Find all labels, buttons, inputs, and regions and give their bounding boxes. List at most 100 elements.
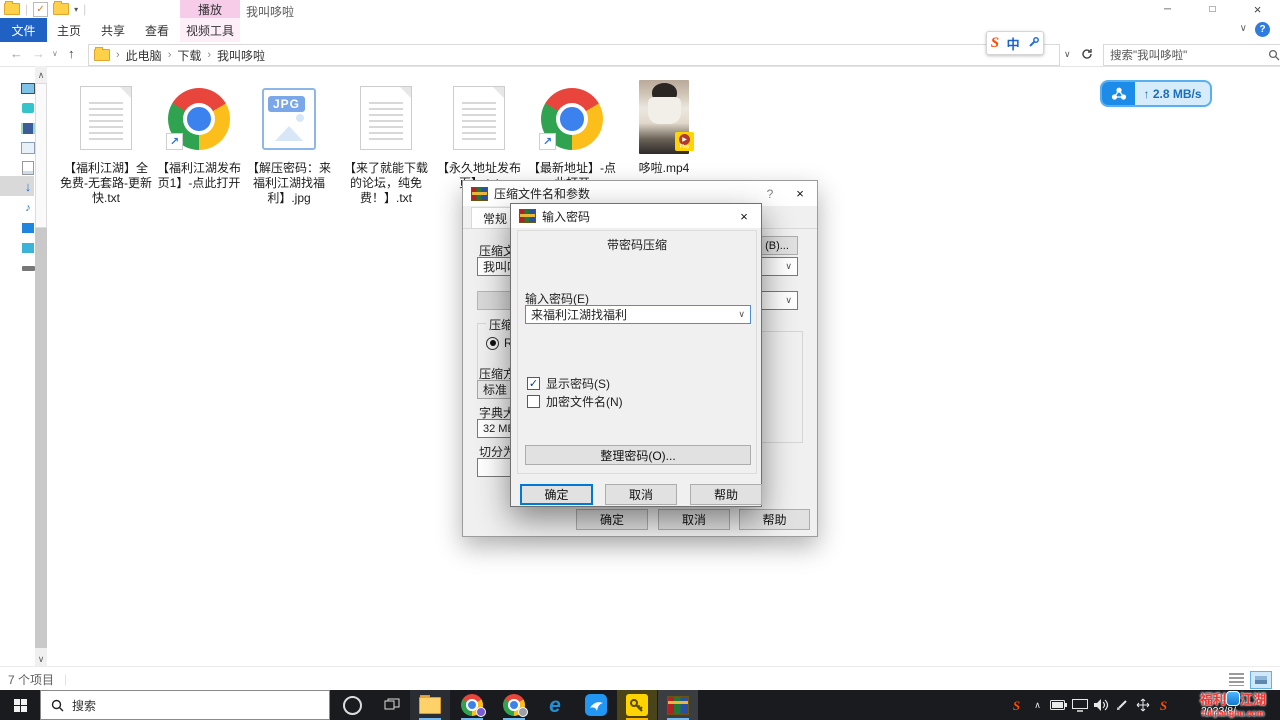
explorer-search-input[interactable]: 搜索"我叫哆啦" xyxy=(1103,44,1280,66)
back-icon[interactable]: ← xyxy=(10,46,23,61)
nav-icon-local-disk[interactable] xyxy=(21,260,35,276)
cloud-upload-widget[interactable]: ↑ 2.8 MB/s xyxy=(1100,80,1212,107)
dialog-close-icon[interactable]: × xyxy=(735,209,753,224)
sogou-wrench-icon[interactable] xyxy=(1027,37,1039,49)
nav-scrollbar-thumb[interactable] xyxy=(35,83,47,228)
qat-newfolder-icon[interactable] xyxy=(53,3,69,15)
pen-icon[interactable] xyxy=(1111,698,1132,712)
move-handle-icon[interactable] xyxy=(1132,698,1153,712)
nav-icon-pictures[interactable] xyxy=(21,140,35,156)
nav-icon-downloads[interactable]: ↓ xyxy=(21,178,35,194)
taskbar-password-key-button[interactable] xyxy=(617,690,657,720)
txt-file-icon xyxy=(80,86,132,150)
file-item[interactable]: 【福利江湖】全免费-无套路-更新快.txt xyxy=(60,80,152,206)
taskbar-explorer-button[interactable] xyxy=(410,690,450,720)
speaker-icon[interactable] xyxy=(1090,698,1111,712)
organize-passwords-button[interactable]: 整理密码(O)... xyxy=(525,445,751,465)
sogou-chinese-mode[interactable]: 中 xyxy=(1007,34,1020,53)
search-icon xyxy=(51,699,64,712)
qat-customize-arrow-icon[interactable]: ▾ xyxy=(74,5,78,14)
encrypt-filenames-checkbox[interactable]: 加密文件名(N) xyxy=(527,393,623,410)
nav-icon-videos[interactable] xyxy=(21,120,35,136)
refresh-icon[interactable] xyxy=(1080,47,1094,61)
taskbar-chrome-button-1[interactable] xyxy=(452,690,492,720)
chevron-down-icon[interactable]: ∨ xyxy=(785,261,792,272)
task-view-button[interactable] xyxy=(372,690,412,720)
rar-ok-button[interactable]: 确定 xyxy=(576,509,648,530)
tab-file[interactable]: 文件 xyxy=(0,18,47,42)
sogou-ime-bar[interactable]: S 中 xyxy=(986,31,1044,55)
chevron-down-icon[interactable]: ∨ xyxy=(785,295,792,306)
tab-share[interactable]: 共享 xyxy=(91,18,135,42)
rar-help-button[interactable]: 帮助 xyxy=(739,509,810,530)
nav-icon-documents[interactable] xyxy=(21,160,35,176)
password-combo[interactable]: 来福利江湖找福利 ∨ xyxy=(525,305,751,324)
taskbar-chrome-button-2[interactable] xyxy=(494,690,534,720)
qat-properties-icon[interactable]: ✓ xyxy=(33,2,48,17)
sogou-tray-icon[interactable]: S xyxy=(1006,699,1027,712)
file-item[interactable]: 【来了就能下载的论坛，纯免费！】.txt xyxy=(340,80,432,206)
file-item[interactable]: 【永久地址发布页】.txt xyxy=(433,80,525,191)
display-icon[interactable] xyxy=(1069,699,1090,712)
tray-chevron-up-icon[interactable]: ∧ xyxy=(1027,700,1048,711)
sogou-logo-icon[interactable]: S xyxy=(991,36,999,51)
recent-dropdown-icon[interactable]: ∨ xyxy=(52,49,58,58)
password-cancel-button[interactable]: 取消 xyxy=(605,484,677,505)
forward-icon[interactable]: → xyxy=(32,46,45,61)
xunlei-bird-icon xyxy=(585,694,607,716)
file-item[interactable]: ↗ 【福利江湖发布页1】-点此打开 xyxy=(153,80,245,191)
scroll-down-icon[interactable]: ∨ xyxy=(35,652,47,666)
details-view-icon[interactable] xyxy=(1229,673,1244,686)
file-name: 【解压密码：来福利江湖找福利】.jpg xyxy=(243,161,335,206)
breadcrumb-downloads[interactable]: 下载 xyxy=(171,47,207,64)
dialog-close-icon[interactable]: × xyxy=(791,186,809,201)
file-name: 哆啦.mp4 xyxy=(639,161,690,176)
thumbnail-view-icon[interactable] xyxy=(1250,671,1272,689)
chevron-down-icon[interactable]: ∨ xyxy=(738,309,745,320)
rar-cancel-button[interactable]: 取消 xyxy=(658,509,730,530)
contextual-tab-header[interactable]: 播放 xyxy=(180,0,240,18)
tab-video-tools[interactable]: 视频工具 xyxy=(180,18,240,42)
help-icon[interactable]: ? xyxy=(1255,22,1270,37)
shortcut-arrow-icon: ↗ xyxy=(539,133,556,150)
taskbar-winrar-button[interactable] xyxy=(658,690,698,720)
title-bar: | ✓ ▾ | 播放 我叫哆啦 ─ □ × xyxy=(0,0,1280,18)
file-item[interactable]: JPG 【解压密码：来福利江湖找福利】.jpg xyxy=(243,80,335,206)
nav-icon-teal-folder[interactable] xyxy=(21,100,35,116)
file-item[interactable]: ▶ Play 哆啦.mp4 xyxy=(618,80,710,176)
address-dropdown-icon[interactable]: ∨ xyxy=(1064,49,1071,60)
start-button[interactable] xyxy=(0,690,40,720)
password-dialog-titlebar[interactable]: 输入密码 × xyxy=(511,204,761,228)
battery-icon[interactable] xyxy=(1048,700,1069,710)
tab-home[interactable]: 主页 xyxy=(47,18,91,42)
taskbar-xunlei-button[interactable] xyxy=(576,690,616,720)
maximize-button[interactable]: □ xyxy=(1190,0,1235,18)
mouse-logo-icon xyxy=(1226,691,1240,706)
close-button[interactable]: × xyxy=(1235,0,1280,18)
file-name: 【福利江湖发布页1】-点此打开 xyxy=(153,161,245,191)
up-icon[interactable]: ↑ xyxy=(68,46,75,61)
cortana-button[interactable] xyxy=(332,690,372,720)
file-item[interactable]: ↗ 【最新地址】-点此打开 xyxy=(526,80,618,191)
ribbon-collapse-icon[interactable]: ∨ xyxy=(1240,23,1247,34)
winrar-icon xyxy=(667,696,689,715)
password-help-button[interactable]: 帮助 xyxy=(690,484,762,505)
nav-icon-3d-objects[interactable] xyxy=(21,240,35,256)
password-ok-button[interactable]: 确定 xyxy=(520,484,593,505)
taskbar-search-input[interactable]: 搜索 xyxy=(40,690,330,720)
address-box[interactable]: › 此电脑 › 下载 › 我叫哆啦 xyxy=(88,44,1060,66)
nav-icon-music[interactable]: ♪ xyxy=(21,200,35,216)
minimize-button[interactable]: ─ xyxy=(1145,0,1190,18)
tab-view[interactable]: 查看 xyxy=(135,18,179,42)
qat-folder-icon[interactable] xyxy=(4,3,20,15)
breadcrumb-current[interactable]: 我叫哆啦 xyxy=(211,47,271,64)
dialog-help-icon[interactable]: ? xyxy=(763,187,777,201)
show-password-checkbox[interactable]: ✓ 显示密码(S) xyxy=(527,375,610,392)
breadcrumb-this-pc[interactable]: 此电脑 xyxy=(120,47,168,64)
shortcut-arrow-icon: ↗ xyxy=(166,133,183,150)
nav-icon-this-pc[interactable] xyxy=(21,80,35,96)
taskbar-edge-button[interactable]: e xyxy=(535,690,575,720)
nav-icon-desktop[interactable] xyxy=(21,220,35,236)
sogou-tray-icon-2[interactable]: S xyxy=(1153,699,1174,712)
scroll-up-icon[interactable]: ∧ xyxy=(35,68,47,82)
